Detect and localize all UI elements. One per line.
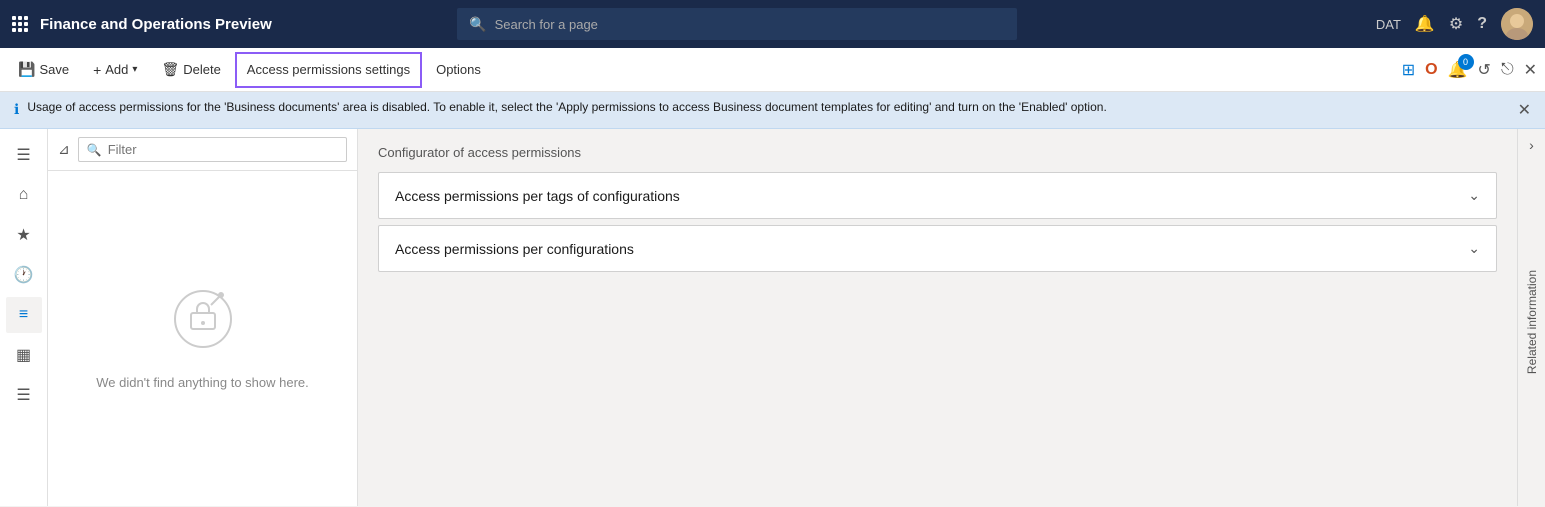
info-icon: ℹ — [14, 101, 19, 118]
user-avatar[interactable] — [1501, 8, 1533, 40]
accordion-configs-label: Access permissions per configurations — [395, 241, 634, 257]
badge-count: 0 — [1458, 54, 1474, 70]
access-permissions-tab[interactable]: Access permissions settings — [235, 52, 422, 88]
main-layout: ☰ ⌂ ★ 🕐 ≡ ▦ ☰ ⊿ 🔍 — [0, 129, 1545, 506]
list-toolbar: ⊿ 🔍 — [48, 129, 357, 171]
add-button[interactable]: + Add ▾ — [83, 52, 147, 88]
sidebar-menu-icon[interactable]: ☰ — [6, 377, 42, 413]
accordion-tags-header[interactable]: Access permissions per tags of configura… — [379, 173, 1496, 218]
refresh-icon[interactable]: ↺ — [1478, 60, 1491, 80]
filter-search-icon: 🔍 — [87, 143, 102, 157]
list-panel: ⊿ 🔍 We didn't find anything to show here… — [48, 129, 358, 506]
search-icon: 🔍 — [469, 16, 486, 33]
info-banner: ℹ Usage of access permissions for the 'B… — [0, 92, 1545, 129]
search-input[interactable] — [495, 17, 1006, 32]
top-bar-actions: DAT 🔔 ⚙ ? — [1376, 8, 1533, 40]
power-apps-icon[interactable]: ⊞ — [1402, 60, 1415, 80]
filter-icon[interactable]: ⊿ — [58, 141, 70, 158]
save-icon: 💾 — [18, 61, 35, 78]
close-banner-button[interactable]: ✕ — [1518, 100, 1531, 120]
office-icon[interactable]: O — [1425, 61, 1437, 79]
sidebar-star-icon[interactable]: ★ — [6, 217, 42, 253]
notification-badge[interactable]: 🔔 0 — [1448, 60, 1468, 80]
gear-icon[interactable]: ⚙ — [1449, 14, 1463, 34]
delete-button[interactable]: 🗑 Delete — [151, 52, 230, 88]
options-button[interactable]: Options — [426, 52, 491, 88]
accordion-configs-chevron: ⌄ — [1468, 240, 1480, 257]
right-panel: › Related information › — [1517, 129, 1545, 506]
bell-icon[interactable]: 🔔 — [1415, 14, 1435, 34]
close-icon[interactable]: ✕ — [1524, 60, 1537, 80]
accordion-configs-header[interactable]: Access permissions per configurations ⌄ — [379, 226, 1496, 271]
filter-input[interactable] — [108, 142, 338, 157]
accordion-tags-chevron: ⌄ — [1468, 187, 1480, 204]
env-label: DAT — [1376, 17, 1401, 32]
sidebar-table-icon[interactable]: ▦ — [6, 337, 42, 373]
sidebar-hamburger-icon[interactable]: ☰ — [6, 137, 42, 173]
list-empty: We didn't find anything to show here. — [48, 171, 357, 506]
sidebar-recent-icon[interactable]: 🕐 — [6, 257, 42, 293]
content-title: Configurator of access permissions — [378, 145, 1497, 160]
empty-state-icon — [171, 287, 235, 363]
app-title: Finance and Operations Preview — [40, 16, 272, 33]
top-bar: Finance and Operations Preview 🔍 DAT 🔔 ⚙… — [0, 0, 1545, 48]
action-bar: 💾 Save + Add ▾ 🗑 Delete Access permissio… — [0, 48, 1545, 92]
accordion-tags: Access permissions per tags of configura… — [378, 172, 1497, 219]
help-icon[interactable]: ? — [1477, 15, 1487, 33]
right-panel-collapse-icon[interactable]: › — [1525, 133, 1538, 157]
action-bar-right: ⊞ O 🔔 0 ↺ ⎋ ✕ — [1402, 60, 1537, 80]
external-link-icon[interactable]: ⎋ — [1501, 61, 1514, 79]
add-dropdown-icon: ▾ — [132, 64, 137, 75]
right-panel-label[interactable]: Related information — [1525, 262, 1539, 382]
save-button[interactable]: 💾 Save — [8, 52, 79, 88]
accordion-configs: Access permissions per configurations ⌄ — [378, 225, 1497, 272]
search-bar[interactable]: 🔍 — [457, 8, 1017, 40]
info-text: Usage of access permissions for the 'Bus… — [27, 100, 1106, 114]
empty-text: We didn't find anything to show here. — [96, 375, 309, 390]
sidebar-icons: ☰ ⌂ ★ 🕐 ≡ ▦ ☰ — [0, 129, 48, 506]
sidebar-home-icon[interactable]: ⌂ — [6, 177, 42, 213]
add-icon: + — [93, 62, 101, 78]
waffle-icon[interactable] — [12, 16, 28, 32]
accordion-tags-label: Access permissions per tags of configura… — [395, 188, 680, 204]
content-area: Configurator of access permissions Acces… — [358, 129, 1517, 506]
delete-icon: 🗑 — [161, 61, 179, 78]
filter-input-wrap[interactable]: 🔍 — [78, 137, 347, 162]
sidebar-list-icon[interactable]: ≡ — [6, 297, 42, 333]
